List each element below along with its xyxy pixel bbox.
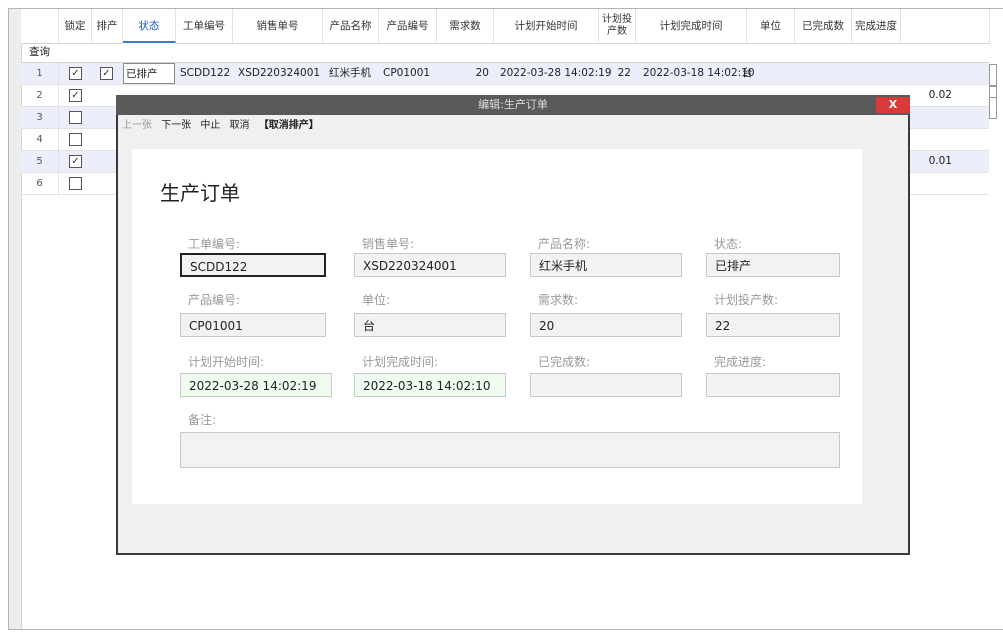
remark-label: 备注: — [188, 413, 217, 427]
col-header-unit[interactable]: 单位 — [747, 9, 795, 44]
col-header-start-time[interactable]: 计划开始时间 — [494, 9, 599, 44]
col-header-schedule[interactable]: 排产 — [92, 9, 123, 44]
col-header-work-no[interactable]: 工单编号 — [176, 9, 233, 44]
lock-checkbox[interactable] — [69, 177, 82, 190]
edge-control — [989, 97, 997, 119]
start-time-field[interactable]: 2022-03-28 14:02:19 — [180, 373, 332, 397]
row-number: 5 — [21, 151, 59, 172]
product-name-cell[interactable]: 红米手机 — [329, 63, 371, 84]
header-corner — [21, 9, 59, 44]
remark-field[interactable] — [180, 432, 840, 468]
product-name-field[interactable]: 红米手机 — [530, 253, 682, 277]
col-header-sale-no[interactable]: 销售单号 — [233, 9, 323, 44]
col-header-demand[interactable]: 需求数 — [437, 9, 494, 44]
dialog-body: 上一张 下一张 中止 取消 【取消排产】 生产订单 工单编号: SCDD122 … — [118, 115, 908, 553]
cancel-button[interactable]: 取消 — [230, 120, 250, 131]
lock-checkbox[interactable]: ✓ — [69, 89, 82, 102]
status-cell[interactable]: 已排产 — [123, 63, 175, 84]
end-time-cell[interactable]: 2022-03-18 14:02:10 — [643, 63, 755, 84]
dialog-toolbar: 上一张 下一张 中止 取消 【取消排产】 — [122, 117, 325, 135]
col-header-end-time[interactable]: 计划完成时间 — [636, 9, 747, 44]
plan-qty-field[interactable]: 22 — [706, 313, 840, 337]
plan-qty-cell[interactable]: 22 — [599, 63, 631, 84]
row-number: 1 — [21, 63, 59, 84]
work-no-cell[interactable]: SCDD122 — [180, 63, 230, 84]
query-label: 查询 — [29, 46, 50, 58]
start-time-label: 计划开始时间: — [188, 355, 265, 369]
unit-label: 单位: — [362, 293, 391, 307]
col-header-extra — [901, 9, 990, 44]
lock-checkbox[interactable]: ✓ — [69, 67, 82, 80]
product-no-label: 产品编号: — [188, 293, 241, 307]
progress-cell[interactable]: 0.01 — [916, 151, 952, 172]
row-number: 6 — [21, 173, 59, 194]
stop-button[interactable]: 中止 — [200, 120, 220, 131]
product-no-cell[interactable]: CP01001 — [383, 63, 430, 84]
demand-field[interactable]: 20 — [530, 313, 682, 337]
lock-checkbox[interactable]: ✓ — [69, 155, 82, 168]
plan-qty-label: 计划投产数: — [714, 293, 779, 307]
form-title: 生产订单 — [160, 181, 240, 205]
edge-control — [989, 64, 997, 86]
schedule-checkbox[interactable]: ✓ — [100, 67, 113, 80]
row-number: 3 — [21, 107, 59, 128]
unschedule-button[interactable]: 【取消排产】 — [259, 120, 319, 131]
status-field[interactable]: 已排产 — [706, 253, 840, 277]
demand-cell[interactable]: 20 — [437, 63, 489, 84]
start-time-cell[interactable]: 2022-03-28 14:02:19 — [500, 63, 612, 84]
product-name-label: 产品名称: — [538, 237, 591, 251]
sale-no-field[interactable]: XSD220324001 — [354, 253, 506, 277]
col-header-done[interactable]: 已完成数 — [795, 9, 852, 44]
unit-cell[interactable]: 台 — [742, 63, 753, 84]
form-card: 生产订单 工单编号: SCDD122 销售单号: XSD220324001 产品… — [132, 149, 862, 504]
work-no-label: 工单编号: — [188, 237, 241, 251]
progress-field[interactable] — [706, 373, 840, 397]
col-header-product-no[interactable]: 产品编号 — [379, 9, 437, 44]
col-header-product-name[interactable]: 产品名称 — [323, 9, 379, 44]
demand-label: 需求数: — [538, 293, 579, 307]
dialog-title[interactable]: 编辑:生产订单 — [116, 95, 910, 115]
progress-label: 完成进度: — [714, 355, 767, 369]
sale-no-cell[interactable]: XSD220324001 — [238, 63, 320, 84]
row-number: 4 — [21, 129, 59, 150]
col-header-progress[interactable]: 完成进度 — [852, 9, 901, 44]
query-row: 查询 — [21, 43, 989, 63]
progress-cell[interactable]: 0.02 — [916, 85, 952, 106]
next-button[interactable]: 下一张 — [161, 120, 191, 131]
product-no-field[interactable]: CP01001 — [180, 313, 326, 337]
lock-checkbox[interactable] — [69, 111, 82, 124]
end-time-label: 计划完成时间: — [362, 355, 439, 369]
end-time-field[interactable]: 2022-03-18 14:02:10 — [354, 373, 506, 397]
unit-field[interactable]: 台 — [354, 313, 506, 337]
col-header-lock[interactable]: 锁定 — [59, 9, 92, 44]
col-header-status[interactable]: 状态 — [123, 9, 176, 43]
sale-no-label: 销售单号: — [362, 237, 415, 251]
table-row[interactable]: 1 ✓ ✓ 已排产 SCDD122 XSD220324001 红米手机 CP01… — [21, 63, 997, 86]
close-button[interactable]: X — [876, 97, 910, 113]
prev-button[interactable]: 上一张 — [122, 120, 152, 131]
work-no-field[interactable]: SCDD122 — [180, 253, 326, 277]
lock-checkbox[interactable] — [69, 133, 82, 146]
status-label: 状态: — [714, 237, 743, 251]
done-field[interactable] — [530, 373, 682, 397]
col-header-plan-qty[interactable]: 计划投 产数 — [599, 9, 636, 44]
done-label: 已完成数: — [538, 355, 591, 369]
edit-dialog: 编辑:生产订单 X 上一张 下一张 中止 取消 【取消排产】 生产订单 工单编号… — [116, 95, 910, 555]
row-number: 2 — [21, 85, 59, 106]
